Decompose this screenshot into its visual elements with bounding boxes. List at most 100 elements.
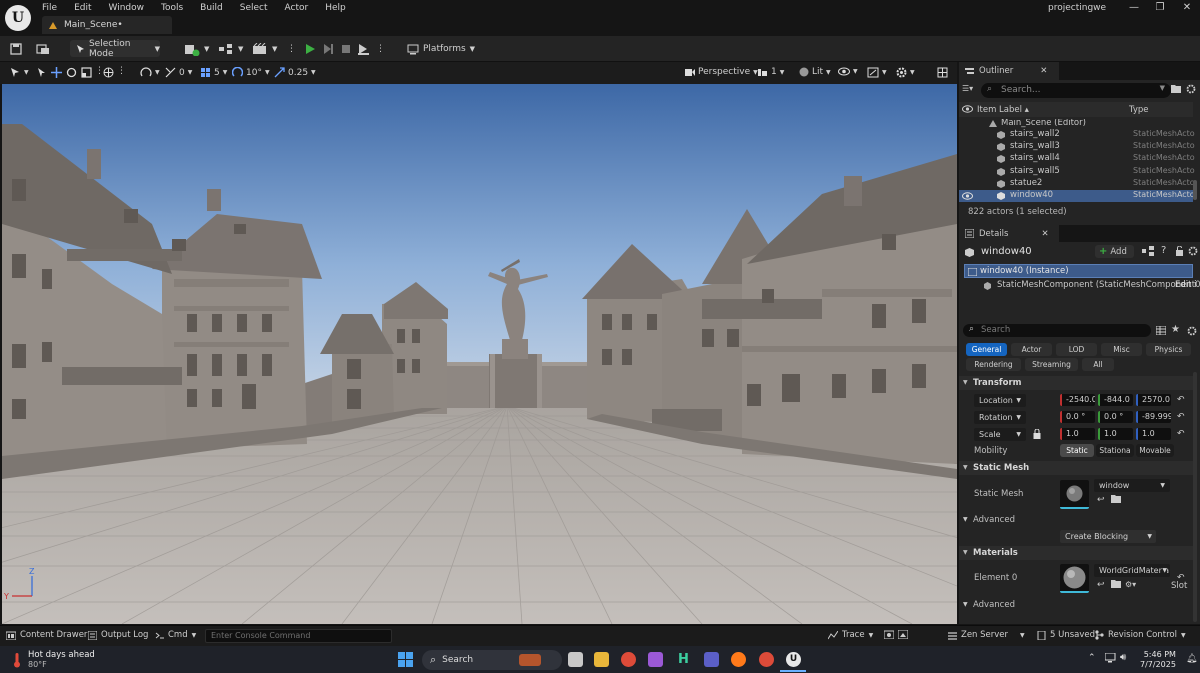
- realtime-dropdown[interactable]: ▼: [867, 67, 887, 78]
- location-z-field[interactable]: 2570.0: [1136, 394, 1171, 406]
- browse-folder-icon[interactable]: [1111, 580, 1121, 588]
- play-button[interactable]: [304, 40, 316, 58]
- notification-bell-icon[interactable]: 🔔︎: [1186, 654, 1197, 664]
- rotation-z-field[interactable]: -89.9999: [1136, 411, 1171, 423]
- category-general[interactable]: General: [966, 343, 1007, 356]
- category-streaming[interactable]: Streaming: [1025, 358, 1078, 371]
- more-icon[interactable]: ⋮: [117, 66, 126, 76]
- grid-snap-toggle[interactable]: 0 ▼: [165, 67, 192, 78]
- reset-arrow-icon[interactable]: ↶: [1177, 395, 1185, 405]
- location-x-field[interactable]: -2540.0: [1060, 394, 1095, 406]
- advanced-toggle[interactable]: Advanced: [973, 515, 1015, 525]
- outliner-search-input[interactable]: ⌕ Search... ▼: [981, 83, 1171, 98]
- file-explorer-icon[interactable]: [594, 652, 609, 667]
- rotation-grid-dropdown[interactable]: 10° ▼: [232, 67, 270, 78]
- copilot-icon[interactable]: [648, 652, 663, 667]
- blueprint-icon[interactable]: [1142, 246, 1154, 256]
- scale-z-field[interactable]: 1.0: [1136, 428, 1171, 440]
- revision-control-dropdown[interactable]: Revision Control ▼: [1094, 630, 1186, 640]
- close-tab-icon[interactable]: ✕: [1041, 229, 1048, 239]
- restore-icon[interactable]: ❐: [1153, 2, 1167, 14]
- layout-grid-icon[interactable]: [937, 67, 948, 78]
- location-grid-dropdown[interactable]: 5 ▼: [200, 67, 227, 78]
- step-icon[interactable]: [322, 40, 334, 58]
- scene-render[interactable]: Z Y: [2, 84, 957, 624]
- chrome-icon[interactable]: [621, 652, 636, 667]
- perspective-dropdown[interactable]: Perspective ▼: [684, 67, 758, 77]
- category-actor[interactable]: Actor: [1011, 343, 1052, 356]
- firefox-icon[interactable]: [731, 652, 746, 667]
- menu-tools[interactable]: Tools: [161, 3, 183, 13]
- minimize-icon[interactable]: —: [1127, 2, 1141, 14]
- menu-edit[interactable]: Edit: [74, 3, 91, 13]
- eject-icon[interactable]: [357, 40, 369, 58]
- visibility-eye-icon[interactable]: [962, 192, 973, 200]
- table-view-icon[interactable]: [1156, 326, 1166, 335]
- menu-window[interactable]: Window: [109, 3, 145, 13]
- unreal-engine-icon[interactable]: U: [786, 652, 801, 667]
- rotation-x-field[interactable]: 0.0 °: [1060, 411, 1095, 423]
- selection-mode-dropdown[interactable]: Selection Mode ▼: [70, 39, 160, 59]
- settings-gear-icon[interactable]: [1187, 326, 1197, 336]
- category-all[interactable]: All: [1082, 358, 1114, 371]
- reset-arrow-icon[interactable]: ↶: [1177, 412, 1185, 422]
- outliner-tab[interactable]: Outliner ✕: [959, 62, 1059, 80]
- create-blocking-volume-button[interactable]: Create Blocking Volume ▼: [1060, 530, 1156, 554]
- material-options-icon[interactable]: ⚙▾: [1125, 580, 1136, 589]
- network-icon[interactable]: [1105, 653, 1117, 663]
- add-folder-icon[interactable]: [1171, 84, 1181, 93]
- surface-snap-dropdown[interactable]: ▼: [140, 67, 160, 78]
- show-hidden-icons-icon[interactable]: ⌃: [1088, 653, 1096, 663]
- details-search-input[interactable]: ⌕ Search: [963, 324, 1151, 337]
- volume-icon[interactable]: 🔊︎: [1120, 652, 1126, 663]
- level-tab[interactable]: Main_Scene•: [42, 16, 172, 34]
- component-instance-row[interactable]: window40 (Instance): [964, 264, 1193, 278]
- cmd-dropdown[interactable]: Cmd ▼: [155, 630, 196, 640]
- outliner-root-row[interactable]: Main_Scene (Editor): [959, 119, 1193, 129]
- details-scrollbar[interactable]: [1193, 372, 1197, 622]
- outliner-scrollbar[interactable]: [1193, 180, 1197, 200]
- scale-x-field[interactable]: 1.0: [1060, 428, 1095, 440]
- mobility-movable[interactable]: Movable: [1136, 444, 1174, 457]
- menu-build[interactable]: Build: [200, 3, 223, 13]
- settings-gear-icon[interactable]: [1188, 246, 1198, 256]
- unreal-logo-icon[interactable]: U: [5, 5, 31, 31]
- level-viewport[interactable]: Z Y: [2, 84, 957, 624]
- filter-icon[interactable]: ☰▾: [962, 84, 973, 93]
- app-h-icon[interactable]: H: [676, 652, 691, 667]
- camera-record-icon[interactable]: [884, 630, 894, 639]
- rotation-y-field[interactable]: 0.0 °: [1098, 411, 1133, 423]
- outliner-row[interactable]: stairs_wall3 StaticMeshActo: [959, 141, 1195, 153]
- visibility-eye-icon[interactable]: [962, 105, 973, 113]
- materials-section-header[interactable]: Materials: [959, 546, 1193, 560]
- rotate-tool-icon[interactable]: [66, 67, 77, 78]
- blueprint-icon[interactable]: ▼: [218, 40, 243, 58]
- content-drawer-button[interactable]: Content Drawer: [6, 630, 87, 640]
- outliner-row[interactable]: stairs_wall4 StaticMeshActo: [959, 153, 1195, 165]
- static-mesh-section-header[interactable]: Static Mesh: [959, 461, 1193, 475]
- add-component-button[interactable]: + Add: [1095, 245, 1134, 258]
- reset-arrow-icon[interactable]: ↶: [1177, 573, 1185, 583]
- teams-icon[interactable]: [704, 652, 719, 667]
- taskbar-clock[interactable]: 5:46 PM 7/7/2025: [1140, 650, 1176, 670]
- mesh-thumbnail[interactable]: [1060, 480, 1089, 509]
- scale-y-field[interactable]: 1.0: [1098, 428, 1133, 440]
- camera-speed-dropdown[interactable]: 1 ▼: [757, 67, 784, 77]
- help-icon[interactable]: ?: [1161, 245, 1166, 256]
- output-log-button[interactable]: Output Log: [88, 630, 148, 640]
- details-tab[interactable]: Details ✕: [959, 225, 1059, 242]
- task-view-icon[interactable]: [568, 652, 583, 667]
- category-misc[interactable]: Misc: [1101, 343, 1142, 356]
- browse-level-icon[interactable]: [36, 40, 50, 58]
- windows-start-icon[interactable]: [398, 652, 413, 667]
- move-tool-icon[interactable]: [51, 67, 62, 78]
- show-flags-dropdown[interactable]: ▼: [838, 67, 858, 76]
- actor-name[interactable]: window40: [981, 246, 1032, 257]
- add-content-icon[interactable]: ▼: [184, 40, 209, 58]
- category-lod[interactable]: LOD: [1056, 343, 1097, 356]
- view-mode-dropdown[interactable]: Lit ▼: [799, 67, 831, 77]
- lock-icon[interactable]: [1175, 246, 1184, 256]
- close-window-icon[interactable]: ✕: [1180, 2, 1194, 14]
- reset-arrow-icon[interactable]: ↶: [1177, 429, 1185, 439]
- mobility-static[interactable]: Static: [1060, 444, 1094, 457]
